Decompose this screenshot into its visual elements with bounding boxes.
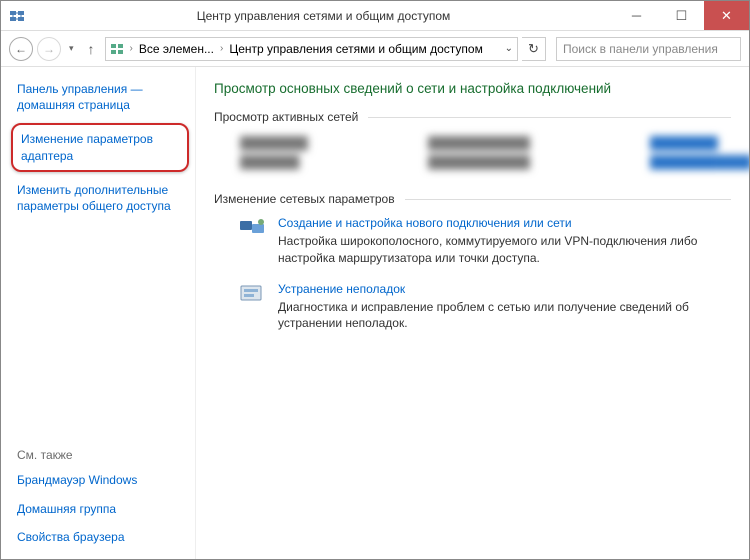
network-connections-blurred: ████████████████████ — [650, 134, 749, 172]
app-icon — [9, 8, 25, 24]
main-pane: Просмотр основных сведений о сети и наст… — [196, 67, 749, 559]
window-controls: ─ ☐ ✕ — [614, 1, 749, 30]
breadcrumb-item[interactable]: Все элемен... — [139, 42, 214, 56]
content-body: Панель управления — домашняя страница Из… — [1, 67, 749, 559]
up-button[interactable]: ↑ — [82, 41, 101, 57]
sidebar-homegroup-link[interactable]: Домашняя группа — [17, 501, 185, 517]
breadcrumb-item[interactable]: Центр управления сетями и общим доступом — [229, 42, 483, 56]
page-title: Просмотр основных сведений о сети и наст… — [214, 81, 731, 96]
troubleshoot-icon — [238, 282, 266, 306]
close-button[interactable]: ✕ — [704, 1, 749, 30]
refresh-button[interactable]: ↻ — [522, 37, 546, 61]
window-title: Центр управления сетями и общим доступом — [33, 9, 614, 23]
maximize-button[interactable]: ☐ — [659, 1, 704, 30]
task-troubleshoot-desc: Диагностика и исправление проблем с сеть… — [278, 299, 731, 331]
active-network-row: ███████████████ ████████████████████████… — [240, 134, 731, 172]
sidebar-browser-link[interactable]: Свойства браузера — [17, 529, 185, 545]
sidebar-sharing-settings-link[interactable]: Изменить дополнительные параметры общего… — [17, 182, 185, 214]
task-new-connection-desc: Настройка широкополосного, коммутируемог… — [278, 233, 731, 265]
titlebar: Центр управления сетями и общим доступом… — [1, 1, 749, 31]
network-type-blurred: ████████████████████████ — [428, 134, 530, 172]
task-troubleshoot-link[interactable]: Устранение неполадок — [278, 282, 731, 296]
search-input[interactable]: Поиск в панели управления — [556, 37, 741, 61]
chevron-right-icon: › — [218, 43, 225, 54]
network-settings-heading: Изменение сетевых параметров — [214, 192, 731, 206]
navbar: ← → ▾ ↑ › Все элемен... › Центр управлен… — [1, 31, 749, 67]
control-panel-icon — [110, 42, 124, 56]
sidebar-adapter-settings-link[interactable]: Изменение параметров адаптера — [11, 123, 189, 171]
address-bar[interactable]: › Все элемен... › Центр управления сетям… — [105, 37, 518, 61]
sidebar-home-link[interactable]: Панель управления — домашняя страница — [17, 81, 185, 113]
task-troubleshoot: Устранение неполадок Диагностика и испра… — [238, 282, 731, 331]
address-dropdown-icon[interactable]: ⌄ — [503, 43, 513, 54]
network-name-blurred: ███████████████ — [240, 134, 308, 172]
minimize-button[interactable]: ─ — [614, 1, 659, 30]
forward-button[interactable]: → — [37, 37, 61, 61]
sidebar: Панель управления — домашняя страница Из… — [1, 67, 196, 559]
back-button[interactable]: ← — [9, 37, 33, 61]
sidebar-see-also-heading: См. также — [17, 448, 185, 462]
history-dropdown-icon[interactable]: ▾ — [65, 43, 78, 54]
sidebar-firewall-link[interactable]: Брандмауэр Windows — [17, 472, 185, 488]
task-new-connection-link[interactable]: Создание и настройка нового подключения … — [278, 216, 731, 230]
chevron-right-icon: › — [128, 43, 135, 54]
active-networks-heading: Просмотр активных сетей — [214, 110, 731, 124]
window-frame: Центр управления сетями и общим доступом… — [0, 0, 750, 560]
task-new-connection: Создание и настройка нового подключения … — [238, 216, 731, 265]
new-connection-icon — [238, 216, 266, 240]
